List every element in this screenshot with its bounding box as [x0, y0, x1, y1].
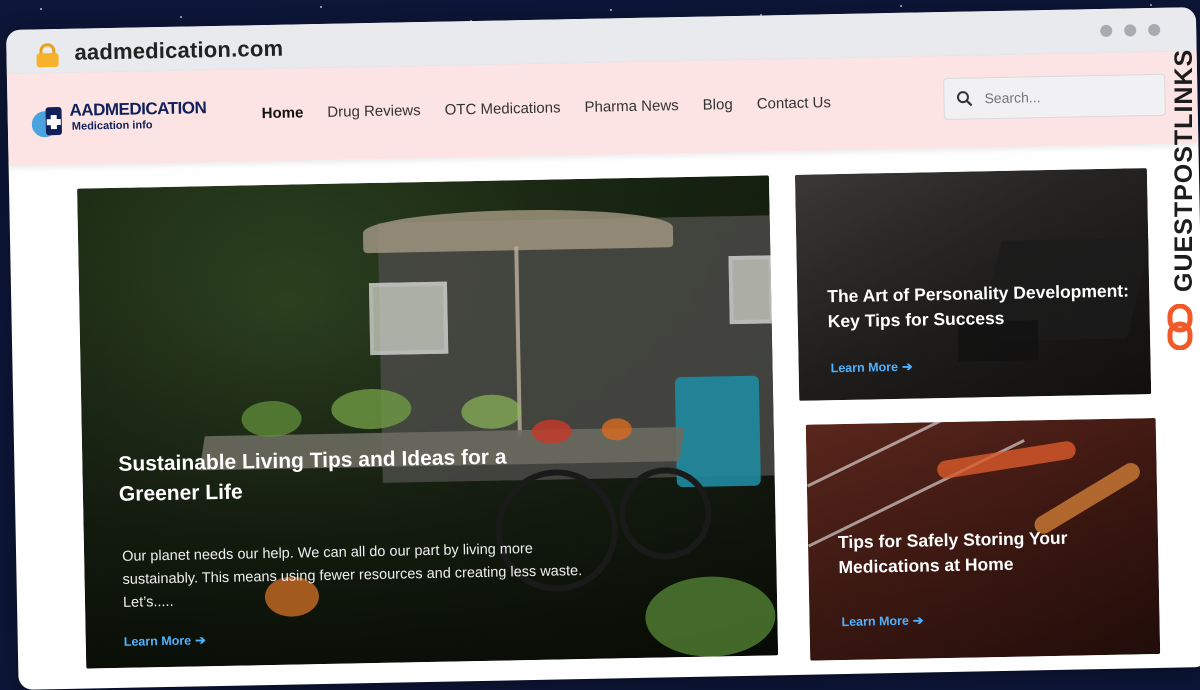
arrow-right-icon: ➔: [195, 633, 206, 648]
nav-item-blog[interactable]: Blog: [703, 96, 733, 114]
featured-post-title[interactable]: Sustainable Living Tips and Ideas for a …: [118, 442, 539, 511]
logo-subtitle: Medication info: [71, 119, 153, 133]
featured-learn-more-link[interactable]: Learn More ➔: [124, 632, 206, 649]
featured-post-image: [77, 175, 777, 658]
search-icon[interactable]: [956, 90, 973, 107]
nav-item-otc-medications[interactable]: OTC Medications: [445, 99, 561, 118]
learn-more-label: Learn More: [830, 359, 899, 375]
medical-cross-icon: [31, 107, 62, 138]
nav-item-contact-us[interactable]: Contact Us: [757, 94, 832, 112]
nav-item-home[interactable]: Home: [261, 104, 303, 122]
watermark-text: GUESTPOSTLINKS: [1170, 48, 1198, 292]
side-post-card[interactable]: Tips for Safely Storing Your Medications…: [805, 418, 1161, 661]
window-dot-icon[interactable]: [1148, 23, 1161, 37]
site-logo[interactable]: AADMEDICATION Medication info: [31, 95, 206, 142]
side-post-title[interactable]: The Art of Personality Development: Key …: [827, 278, 1148, 335]
chain-link-icon: [1167, 304, 1193, 350]
side-post-learn-more-link[interactable]: Learn More ➔: [830, 359, 913, 376]
learn-more-label: Learn More: [123, 633, 192, 649]
nav-item-pharma-news[interactable]: Pharma News: [584, 97, 679, 116]
featured-post-excerpt: Our planet needs our help. We can all do…: [121, 540, 583, 612]
window-dot-icon[interactable]: [1124, 24, 1137, 37]
main-navigation: Home Drug Reviews OTC Medications Pharma…: [261, 94, 831, 122]
browser-window: aadmedication.com AADMEDICATION Medicati…: [6, 7, 1200, 690]
url-text[interactable]: aadmedication.com: [74, 36, 283, 66]
side-post-learn-more-link[interactable]: Learn More ➔: [841, 612, 923, 629]
featured-post-card[interactable]: Sustainable Living Tips and Ideas for a …: [77, 175, 779, 669]
learn-more-label: Learn More: [841, 613, 910, 629]
window-dot-icon[interactable]: [1100, 24, 1113, 37]
side-post-title[interactable]: Tips for Safely Storing Your Medications…: [838, 525, 1129, 581]
arrow-right-icon: ➔: [901, 359, 913, 374]
side-post-image: [795, 168, 1152, 362]
lock-icon: [36, 43, 59, 68]
side-post-card[interactable]: The Art of Personality Development: Key …: [794, 168, 1152, 401]
search-box[interactable]: [943, 73, 1166, 121]
nav-item-drug-reviews[interactable]: Drug Reviews: [327, 102, 421, 121]
arrow-right-icon: ➔: [912, 613, 924, 628]
side-post-image: [806, 418, 1156, 548]
search-input[interactable]: [982, 86, 1147, 108]
window-controls: [1100, 23, 1161, 37]
logo-title: AADMEDICATION: [69, 98, 207, 120]
